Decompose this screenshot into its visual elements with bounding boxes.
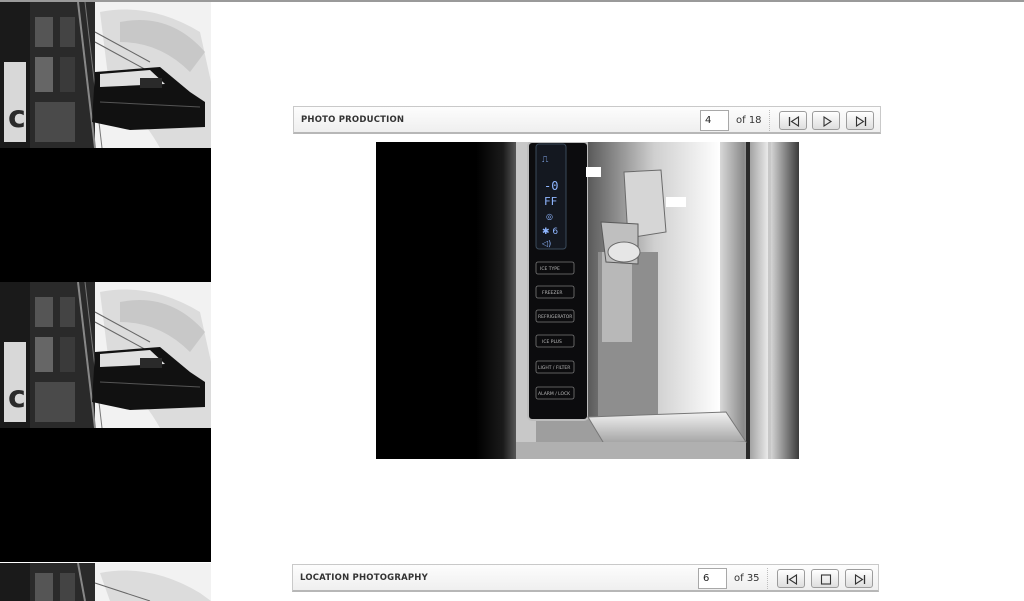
svg-text:⎍: ⎍ bbox=[542, 155, 549, 165]
gallery-photo: ⎍ -0 FF ◎ ✱ 6 ◁) ICE TYPE FREEZER REFRIG… bbox=[376, 142, 799, 459]
black-panel bbox=[0, 428, 211, 562]
play-icon bbox=[823, 116, 833, 127]
last-image-button[interactable] bbox=[845, 569, 873, 588]
panel-label-refrigerator: REFRIGERATOR bbox=[538, 314, 572, 320]
street-photo-tile: c bbox=[0, 2, 211, 148]
last-icon bbox=[854, 574, 866, 585]
page-total: of 18 bbox=[736, 115, 762, 126]
svg-text:c: c bbox=[8, 100, 26, 135]
page: c c PHOTO PRODUCTION 4 of 18 ⎍ -0 FF ◎ ✱… bbox=[0, 0, 1024, 601]
svg-text:c: c bbox=[8, 380, 26, 415]
gallery-title: PHOTO PRODUCTION bbox=[301, 115, 405, 125]
street-photo-tile bbox=[0, 563, 211, 601]
first-icon bbox=[786, 574, 798, 585]
toolbar-divider bbox=[767, 568, 768, 589]
street-photo-tile: c bbox=[0, 282, 211, 428]
page-total: of 35 bbox=[734, 573, 760, 584]
location-photography-toolbar: LOCATION PHOTOGRAPHY of 35 bbox=[292, 564, 879, 592]
black-panel bbox=[0, 148, 211, 282]
last-icon bbox=[855, 116, 867, 127]
panel-label-light-filter: LIGHT / FILTER bbox=[538, 365, 570, 371]
side-image-strip: c c bbox=[0, 2, 211, 601]
play-slideshow-button[interactable] bbox=[812, 111, 840, 130]
svg-text:FF: FF bbox=[544, 195, 557, 208]
panel-label-ice-plus: ICE PLUS bbox=[542, 339, 562, 345]
stop-slideshow-button[interactable] bbox=[811, 569, 839, 588]
panel-label-alarm-lock: ALARM / LOCK bbox=[538, 391, 571, 397]
page-number-input[interactable] bbox=[698, 568, 727, 589]
stop-icon bbox=[820, 574, 832, 585]
photo-production-toolbar: PHOTO PRODUCTION of 18 bbox=[293, 106, 881, 134]
panel-label-freezer: FREEZER bbox=[542, 290, 562, 296]
page-number-input[interactable] bbox=[700, 110, 729, 131]
toolbar-divider bbox=[769, 110, 770, 131]
first-image-button[interactable] bbox=[777, 569, 805, 588]
svg-text:◁): ◁) bbox=[541, 239, 551, 248]
gallery-title: LOCATION PHOTOGRAPHY bbox=[300, 573, 428, 583]
first-icon bbox=[788, 116, 800, 127]
svg-text:✱ 6: ✱ 6 bbox=[542, 227, 558, 237]
svg-text:-0: -0 bbox=[544, 179, 558, 193]
last-image-button[interactable] bbox=[846, 111, 874, 130]
first-image-button[interactable] bbox=[779, 111, 807, 130]
panel-label-ice-type: ICE TYPE bbox=[540, 266, 560, 272]
svg-text:◎: ◎ bbox=[546, 212, 553, 221]
